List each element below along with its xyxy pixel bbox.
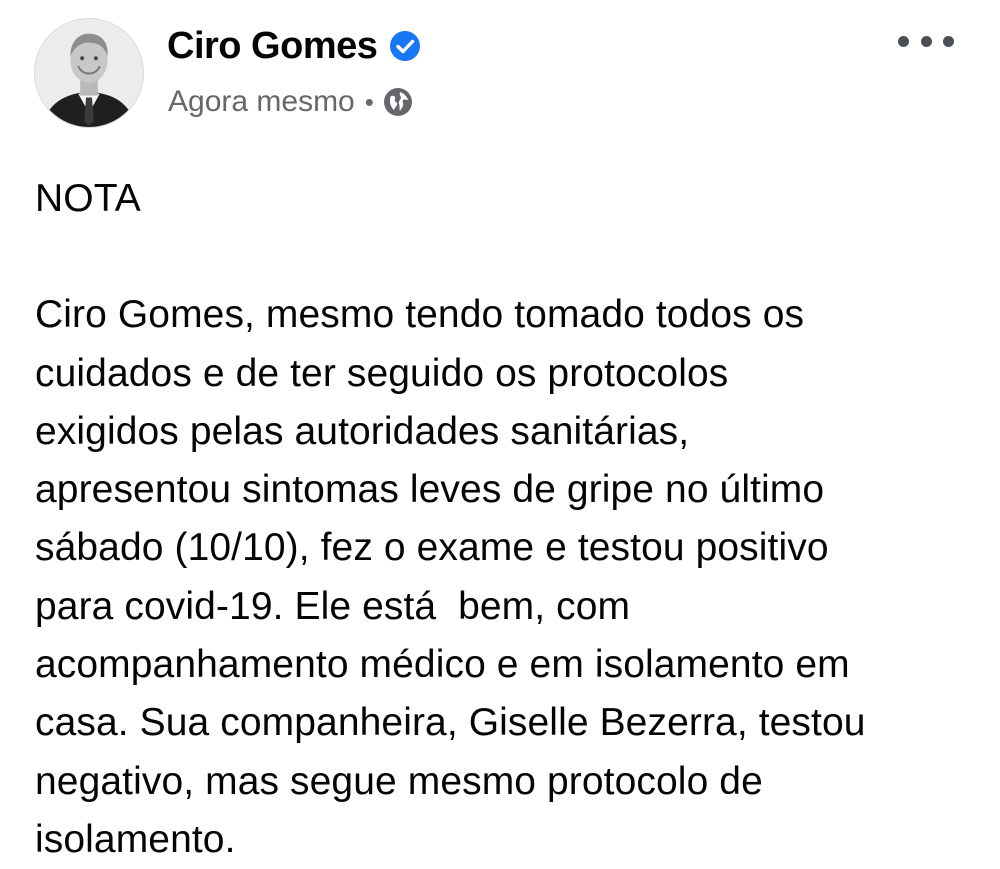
more-dot — [898, 35, 909, 47]
post-text-line: apresentou sintomas leves de gripe no úl… — [35, 468, 825, 512]
post-text-line: casa. Sua companheira, Giselle Bezerra, … — [35, 701, 866, 745]
more-dot — [943, 35, 954, 47]
person-portrait-icon — [35, 19, 143, 127]
post-text-line: exigidos pelas autoridades sanitárias, — [35, 409, 690, 453]
post-text-line: negativo, mas segue mesmo protocolo de — [35, 759, 763, 803]
more-options-icon[interactable] — [898, 26, 954, 56]
post-text-line: acompanhamento médico e em isolamento em — [35, 643, 850, 687]
post-text-line: cuidados e de ter seguido os protocolos — [35, 351, 729, 395]
author-row: Ciro Gomes — [167, 22, 421, 70]
post-timestamp[interactable]: Agora mesmo — [168, 85, 355, 119]
verified-badge-icon — [389, 30, 421, 62]
meta-separator: • — [364, 86, 374, 117]
post-text-line: isolamento. — [35, 817, 236, 861]
globe-icon[interactable] — [383, 87, 413, 117]
post-text-line: Ciro Gomes, mesmo tendo tomado todos os — [35, 293, 805, 337]
facebook-post: Ciro Gomes Agora mesmo • NOTA Ciro Gomes… — [0, 0, 1000, 869]
post-text-line: sábado (10/10), fez o exame e testou pos… — [35, 526, 829, 570]
post-heading: NOTA — [35, 177, 141, 220]
more-dot — [920, 35, 932, 47]
post-text: NOTA Ciro Gomes, mesmo tendo tomado todo… — [35, 170, 980, 869]
post-meta: Agora mesmo • — [168, 80, 413, 124]
post-text-line: para covid-19. Ele está bem, com — [35, 584, 631, 628]
author-name[interactable]: Ciro Gomes — [167, 25, 378, 68]
author-avatar[interactable] — [34, 18, 144, 128]
